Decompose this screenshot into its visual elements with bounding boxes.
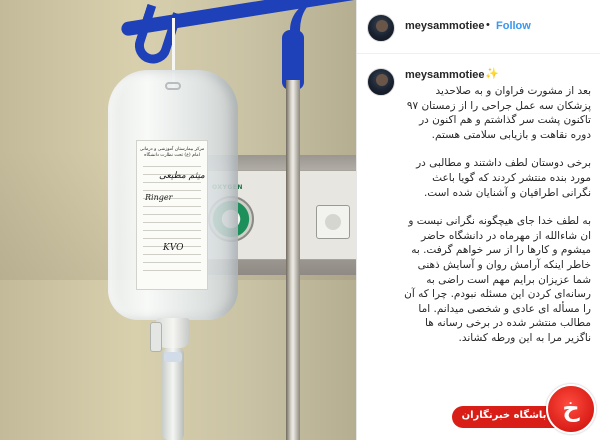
watermark-text: باشگاه خبرنگاران (461, 410, 547, 421)
handwritten-volume: KVO (163, 243, 184, 253)
handwritten-drug: Ringer (145, 193, 173, 202)
watermark-badge: باشگاه خبرنگاران خ (452, 384, 596, 436)
avatar[interactable] (367, 14, 395, 42)
post-header: meysammotiee • Follow (357, 0, 600, 54)
bag-label-title: مرکز بیمارستان آموزشی و درمانی امام (ع) … (139, 147, 205, 158)
bag-hang-hole (165, 82, 181, 90)
follow-button[interactable]: Follow (496, 20, 531, 32)
iv-pole (286, 80, 300, 440)
header-username[interactable]: meysammotiee (405, 20, 485, 32)
avatar[interactable] (367, 68, 395, 96)
caption-paragraph: برخی دوستان لطف داشتند و مطالبی در مورد … (416, 157, 591, 199)
header-separator: • (486, 19, 490, 31)
caption-paragraph: به لطف خدا جای هیچگونه نگرانی نیست و ان … (404, 215, 591, 344)
caption-text: بعد از مشورت فراوان و به صلاحدید پزشکان … (403, 84, 591, 360)
iv-bag: مرکز بیمارستان آموزشی و درمانی امام (ع) … (108, 70, 238, 320)
caption-paragraph: بعد از مشورت فراوان و به صلاحدید پزشکان … (406, 85, 591, 141)
caption-comment: meysammotiee ✨ بعد از مشورت فراوان و به … (357, 54, 600, 440)
post-photo: OXYGEN مرکز بیمارستان آموزشی و درمانی ام… (0, 0, 356, 440)
badge-logo-icon: خ (546, 384, 596, 434)
handwritten-name: میثم مطیعی (159, 171, 205, 181)
sparkle-emoji-icon: ✨ (485, 67, 499, 80)
post-sidebar: meysammotiee • Follow meysammotiee ✨ بعد… (356, 0, 600, 440)
iv-hook-right (290, 0, 330, 90)
comment-username[interactable]: meysammotiee (405, 69, 485, 81)
power-socket (316, 205, 350, 239)
bag-label: مرکز بیمارستان آموزشی و درمانی امام (ع) … (136, 140, 208, 290)
drip-chamber-cap (164, 352, 182, 362)
badge-logo-glyph: خ (562, 394, 580, 422)
bag-injection-port (150, 322, 162, 352)
